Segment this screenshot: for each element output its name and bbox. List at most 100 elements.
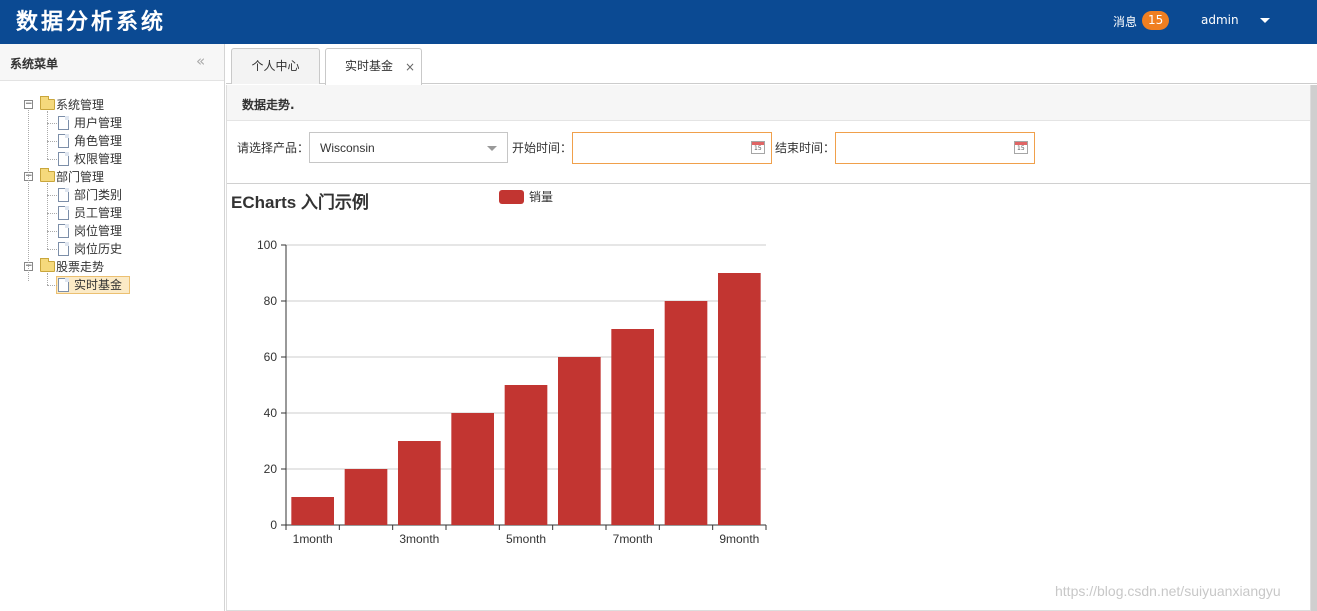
product-select-value: Wisconsin — [320, 141, 375, 155]
bar — [664, 301, 708, 525]
vertical-scrollbar[interactable] — [1311, 85, 1317, 611]
tree-item-row[interactable]: 部门类别 — [0, 186, 224, 204]
tree-folder-row[interactable]: − 股票走势 — [0, 258, 224, 276]
folder-icon — [40, 258, 55, 272]
tab-realtime-fund[interactable]: 实时基金 × — [325, 48, 422, 85]
bar — [451, 413, 494, 525]
tree-connector — [47, 249, 57, 250]
chart-title: ECharts 入门示例 — [231, 193, 369, 212]
scrollbar-thumb[interactable] — [1311, 85, 1317, 611]
y-tick-label: 80 — [264, 294, 278, 308]
tree-item-row[interactable]: 角色管理 — [0, 132, 224, 150]
product-label: 请选择产品： — [237, 141, 310, 155]
y-tick-label: 100 — [257, 238, 277, 252]
y-tick-label: 0 — [270, 518, 277, 532]
calendar-icon[interactable]: 15 — [751, 141, 765, 154]
tree-connector — [47, 195, 57, 196]
bar-chart: 销量 0 20 40 60 80 100 1month 3month 5month 7month 9m… — [257, 190, 767, 546]
file-icon — [58, 116, 69, 130]
end-time-label: 结束时间： — [775, 141, 836, 155]
y-tick-label: 60 — [264, 350, 278, 364]
tab-label: 实时基金 — [345, 59, 394, 73]
end-time-input[interactable]: 15 — [835, 132, 1035, 164]
tree-item-row[interactable]: 用户管理 — [0, 114, 224, 132]
panel-title: 数据走势. — [242, 98, 295, 112]
tree-connector — [47, 231, 57, 232]
x-tick-label: 1month — [293, 532, 333, 546]
tree-connector — [28, 110, 29, 281]
collapse-toggle-icon[interactable]: − — [24, 100, 33, 109]
tree-folder-label: 股票走势 — [56, 260, 105, 274]
tree-connector — [47, 111, 48, 159]
chevron-down-icon[interactable] — [487, 146, 497, 151]
tree-item-row[interactable]: 岗位管理 — [0, 222, 224, 240]
bar — [291, 497, 334, 525]
x-tick-label: 9month — [719, 532, 759, 546]
tree-connector — [47, 273, 48, 285]
sidebar-header: 系统菜单 « — [0, 44, 224, 81]
tree-connector — [47, 123, 57, 124]
watermark: https://blog.csdn.net/suiyuanxiangyu — [1055, 583, 1281, 599]
file-icon — [58, 206, 69, 220]
folder-icon — [40, 168, 55, 182]
close-icon[interactable]: × — [405, 50, 415, 84]
tree-item-row[interactable]: 员工管理 — [0, 204, 224, 222]
calendar-icon[interactable]: 15 — [1014, 141, 1028, 154]
sidebar-title: 系统菜单 — [10, 57, 59, 71]
top-header: 数据分析系统 消息 15 admin — [0, 0, 1317, 44]
tree-connector — [47, 159, 57, 160]
file-icon — [58, 152, 69, 166]
file-icon — [58, 278, 69, 292]
x-tick-label: 3month — [399, 532, 439, 546]
tree-item-label: 岗位历史 — [74, 242, 123, 256]
y-tick-label: 40 — [264, 406, 278, 420]
app-title: 数据分析系统 — [16, 9, 167, 35]
tree-item-row[interactable]: 实时基金 — [0, 276, 224, 294]
tree-folder-row[interactable]: − 系统管理 — [0, 96, 224, 114]
start-time-input[interactable]: 15 — [572, 132, 772, 164]
product-select[interactable]: Wisconsin — [309, 132, 508, 163]
bar — [344, 469, 388, 525]
bar — [398, 441, 441, 525]
file-icon — [58, 224, 69, 238]
bar — [504, 385, 548, 525]
tab-personal-center[interactable]: 个人中心 — [231, 48, 320, 84]
tree-item-label: 角色管理 — [74, 134, 123, 148]
messages-count-badge[interactable]: 15 — [1142, 11, 1170, 30]
caret-down-icon[interactable] — [1260, 18, 1270, 23]
tree-item-label: 权限管理 — [74, 152, 123, 166]
bar — [718, 273, 761, 525]
bar — [611, 329, 654, 525]
x-tick-label: 7month — [613, 532, 653, 546]
tab-bar: 个人中心 实时基金 × — [226, 44, 1317, 85]
messages-link[interactable]: 消息 — [1113, 13, 1137, 30]
legend-label: 销量 — [529, 190, 553, 204]
content-panel: 数据走势. 请选择产品： Wisconsin 开始时间： 15 结束时间： 15… — [226, 85, 1312, 611]
tree-item-label: 实时基金 — [74, 278, 123, 292]
tree-item-label: 部门类别 — [74, 188, 123, 202]
tree-folder-label: 系统管理 — [56, 98, 105, 112]
double-chevron-left-icon[interactable]: « — [196, 52, 205, 70]
tree-folder-row[interactable]: − 部门管理 — [0, 168, 224, 186]
tree-item-label: 员工管理 — [74, 206, 123, 220]
folder-icon — [40, 96, 55, 110]
panel-header: 数据走势. — [227, 85, 1310, 121]
tree-connector — [47, 141, 57, 142]
bar — [558, 357, 601, 525]
user-menu[interactable]: admin — [1201, 13, 1239, 27]
legend-swatch — [499, 190, 524, 204]
tree-connector — [47, 213, 57, 214]
file-icon — [58, 134, 69, 148]
tree-item-label: 岗位管理 — [74, 224, 123, 238]
x-tick-label: 5month — [506, 532, 546, 546]
chart-area: 销量 0 20 40 60 80 100 1month 3month 5month 7month 9m… — [227, 185, 1312, 611]
tree-item-label: 用户管理 — [74, 116, 123, 130]
file-icon — [58, 188, 69, 202]
tree-folder-label: 部门管理 — [56, 170, 105, 184]
tree-connector — [47, 285, 57, 286]
tree-item-row[interactable]: 权限管理 — [0, 150, 224, 168]
sidebar: 系统菜单 « − 系统管理 用户管理 角色管理 权限管理 − 部门管理 部门类别 员工管理 岗位管… — [0, 44, 225, 611]
filter-bar: 请选择产品： Wisconsin 开始时间： 15 结束时间： 15 — [227, 121, 1312, 184]
tree-item-row[interactable]: 岗位历史 — [0, 240, 224, 258]
y-tick-label: 20 — [264, 462, 278, 476]
